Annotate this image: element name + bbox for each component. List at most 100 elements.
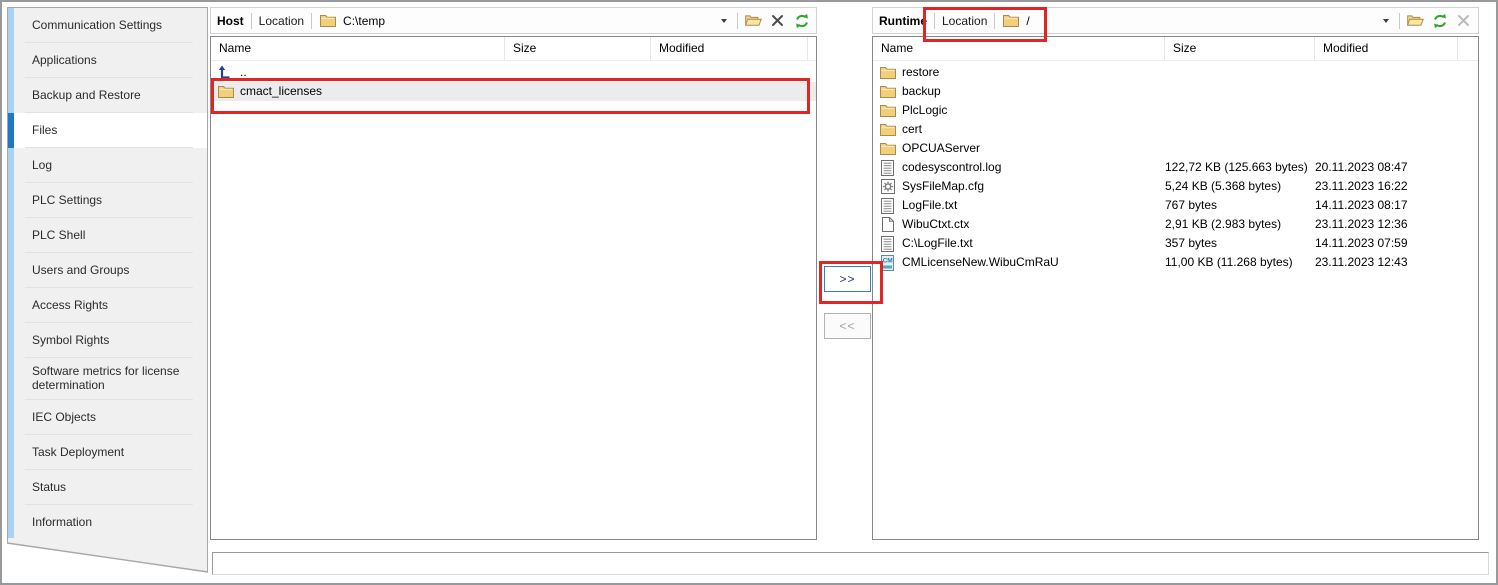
column-header-name[interactable]: Name	[211, 37, 505, 60]
file-row[interactable]: codesyscontrol.log 122,72 KB (125.663 by…	[873, 158, 1478, 177]
folder-icon	[879, 84, 896, 100]
sidebar-tab[interactable]: Task Deployment	[8, 435, 207, 470]
sidebar-tab[interactable]: Backup and Restore	[8, 78, 207, 113]
sidebar-tab[interactable]: PLC Settings	[8, 183, 207, 218]
sidebar-tab[interactable]: Applications	[8, 43, 207, 78]
file-modified: 20.11.2023 08:47	[1315, 158, 1458, 177]
sidebar-tab-label: PLC Shell	[32, 229, 97, 243]
sidebar-tab[interactable]: Information	[8, 505, 207, 540]
chevron-down-icon[interactable]	[1383, 19, 1389, 23]
host-column-header: Name Size Modified	[211, 37, 816, 61]
file-size: 767 bytes	[1165, 196, 1315, 215]
folder-icon	[879, 141, 896, 157]
runtime-file-pane: Name Size Modified restore	[872, 36, 1479, 540]
refresh-button[interactable]	[793, 13, 810, 29]
file-row[interactable]: WibuCtxt.ctx 2,91 KB (2.983 bytes) 23.11…	[873, 215, 1478, 234]
chevron-down-icon[interactable]	[721, 19, 727, 23]
column-header-modified[interactable]: Modified	[651, 37, 808, 60]
column-header-size[interactable]: Size	[505, 37, 651, 60]
file-icon	[879, 217, 896, 233]
host-path-value[interactable]: C:\temp	[343, 14, 385, 28]
new-folder-button[interactable]	[1407, 13, 1424, 29]
sidebar-tab[interactable]: Status	[8, 470, 207, 505]
tab-accent-strip	[8, 218, 14, 253]
file-modified: 14.11.2023 07:59	[1315, 234, 1458, 253]
file-modified: 23.11.2023 16:22	[1315, 177, 1458, 196]
sidebar-tab[interactable]: PLC Shell	[8, 218, 207, 253]
sidebar-tab[interactable]: Log	[8, 148, 207, 183]
file-size: 357 bytes	[1165, 234, 1315, 253]
column-header-name[interactable]: Name	[873, 37, 1165, 60]
file-row[interactable]: CM CMLicenseNew.WibuCmRaU 11,00 KB (11.2…	[873, 253, 1478, 272]
sidebar-tab-label: Software metrics for license determinati…	[32, 365, 207, 393]
file-name: C:\LogFile.txt	[902, 234, 973, 253]
sidebar-tab[interactable]: Symbol Rights	[8, 323, 207, 358]
file-size: 2,91 KB (2.983 bytes)	[1165, 215, 1315, 234]
folder-icon	[879, 103, 896, 119]
host-toolbar: Host Location C:\temp	[210, 7, 817, 34]
copy-to-host-button: <<	[824, 313, 871, 339]
folder-icon	[319, 13, 336, 29]
message-bar	[212, 552, 1489, 575]
sidebar-slant-edge	[7, 538, 209, 576]
file-name: OPCUAServer	[902, 139, 980, 158]
file-row[interactable]: cert	[873, 120, 1478, 139]
runtime-column-header: Name Size Modified	[873, 37, 1478, 61]
file-row[interactable]: SysFileMap.cfg 5,24 KB (5.368 bytes) 23.…	[873, 177, 1478, 196]
tab-accent-strip	[8, 358, 14, 400]
file-name: CMLicenseNew.WibuCmRaU	[902, 253, 1059, 272]
file-name: restore	[902, 63, 939, 82]
file-row[interactable]: PlcLogic	[873, 101, 1478, 120]
sidebar-tab-label: Task Deployment	[32, 446, 136, 460]
host-location-label: Location	[259, 14, 304, 28]
host-file-pane: Name Size Modified ..	[210, 36, 817, 540]
sidebar-tab-label: Files	[32, 124, 69, 138]
tab-accent-strip	[8, 148, 14, 183]
sidebar-tab[interactable]: Communication Settings	[8, 8, 207, 43]
sidebar-tab[interactable]: IEC Objects	[8, 400, 207, 435]
column-header-modified[interactable]: Modified	[1315, 37, 1458, 60]
file-row[interactable]: C:\LogFile.txt 357 bytes 14.11.2023 07:5…	[873, 234, 1478, 253]
folder-icon	[879, 65, 896, 81]
file-row[interactable]: restore	[873, 63, 1478, 82]
runtime-toolbar: Runtime Location /	[872, 7, 1479, 34]
runtime-pane-title: Runtime	[879, 14, 927, 28]
file-row[interactable]: cmact_licenses	[211, 82, 816, 101]
file-row[interactable]: ..	[211, 63, 816, 82]
toolbar-separator	[311, 13, 312, 29]
file-row[interactable]: OPCUAServer	[873, 139, 1478, 158]
column-header-size[interactable]: Size	[1165, 37, 1315, 60]
sidebar-tab-label: Information	[32, 516, 104, 530]
file-row[interactable]: LogFile.txt 767 bytes 14.11.2023 08:17	[873, 196, 1478, 215]
sidebar-tab-label: IEC Objects	[32, 411, 108, 425]
host-pane-title: Host	[217, 14, 244, 28]
sidebar-tab[interactable]: Users and Groups	[8, 253, 207, 288]
sidebar-tab[interactable]: Files	[8, 113, 207, 148]
folder-icon	[879, 122, 896, 138]
toolbar-separator	[1399, 13, 1400, 29]
copy-to-runtime-button[interactable]: >>	[824, 266, 871, 292]
runtime-path-value[interactable]: /	[1026, 14, 1029, 28]
new-folder-button[interactable]	[745, 13, 762, 29]
refresh-button[interactable]	[1431, 13, 1448, 29]
runtime-location-label: Location	[942, 14, 987, 28]
file-name: backup	[902, 82, 941, 101]
toolbar-separator	[994, 13, 995, 29]
tab-accent-strip	[8, 400, 14, 435]
sidebar-tab[interactable]: Access Rights	[8, 288, 207, 323]
tab-accent-strip	[8, 113, 14, 148]
device-editor-window: Communication Settings Applications Back…	[0, 0, 1498, 585]
sidebar-tab-label: Access Rights	[32, 299, 120, 313]
sidebar-tab[interactable]: Software metrics for license determinati…	[8, 358, 207, 400]
sidebar-tab-label: PLC Settings	[32, 194, 114, 208]
tab-accent-strip	[8, 505, 14, 540]
file-name: WibuCtxt.ctx	[902, 215, 969, 234]
file-size: 122,72 KB (125.663 bytes)	[1165, 158, 1315, 177]
sidebar-tab-label: Symbol Rights	[32, 334, 121, 348]
toolbar-separator	[934, 13, 935, 29]
sidebar-tab-label: Log	[32, 159, 64, 173]
delete-button[interactable]	[769, 13, 786, 29]
up-arrow-icon	[217, 65, 234, 81]
file-row[interactable]: backup	[873, 82, 1478, 101]
folder-icon	[1002, 13, 1019, 29]
